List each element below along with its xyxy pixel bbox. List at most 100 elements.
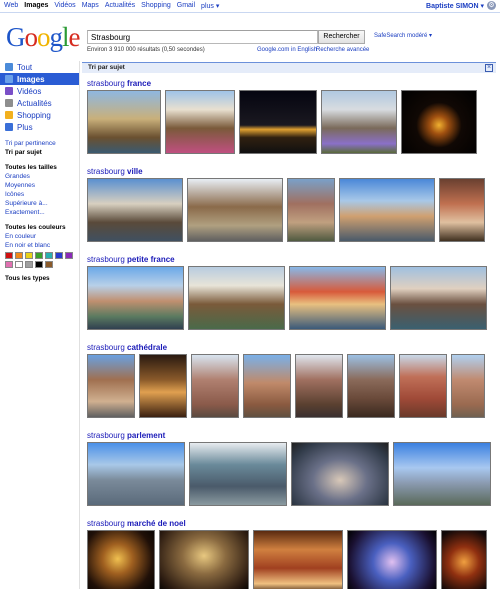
nav-link-0[interactable]: Web <box>4 2 18 10</box>
image-thumbnail[interactable] <box>393 442 491 506</box>
group-title-link[interactable]: strasbourg petite france <box>82 254 496 265</box>
image-thumbnail[interactable] <box>339 178 435 242</box>
group-title-link[interactable]: strasbourg france <box>82 78 496 89</box>
color-swatch[interactable] <box>15 252 23 259</box>
image-thumbnail[interactable] <box>347 354 395 418</box>
group-title-link[interactable]: strasbourg marché de noel <box>82 518 496 529</box>
color-swatch[interactable] <box>45 261 53 268</box>
nav-link-7[interactable]: plus ▾ <box>201 2 219 10</box>
image-thumbnail[interactable] <box>139 354 187 418</box>
color-swatch[interactable] <box>45 252 53 259</box>
results-count: Environ 3 910 000 résultats (0,50 second… <box>87 47 205 53</box>
thumbnail-row <box>82 530 496 589</box>
image-thumbnail[interactable] <box>239 90 317 154</box>
image-thumbnail[interactable] <box>287 178 335 242</box>
image-thumbnail[interactable] <box>399 354 447 418</box>
image-thumbnail[interactable] <box>243 354 291 418</box>
image-thumbnail[interactable] <box>87 354 135 418</box>
sidebar-item-shopping[interactable]: Shopping <box>0 109 80 121</box>
sort-option[interactable]: Tri par pertinence <box>0 139 80 148</box>
image-thumbnail[interactable] <box>187 178 283 242</box>
nav-link-2[interactable]: Vidéos <box>54 2 75 10</box>
size-option[interactable]: Supérieure à... <box>0 199 80 208</box>
group-title-link[interactable]: strasbourg cathédrale <box>82 342 496 353</box>
size-option[interactable]: Icônes <box>0 190 80 199</box>
search-input[interactable]: Strasbourg <box>87 30 318 44</box>
color-swatch[interactable] <box>35 252 43 259</box>
size-option[interactable]: Moyennes <box>0 181 80 190</box>
color-option[interactable]: En couleur <box>0 232 80 241</box>
image-thumbnail[interactable] <box>347 530 437 589</box>
search-button[interactable]: Rechercher <box>318 30 365 44</box>
logo-letter: o <box>37 22 50 52</box>
close-icon[interactable]: × <box>485 64 493 72</box>
sidebar-item-news[interactable]: Actualités <box>0 97 80 109</box>
image-thumbnail[interactable] <box>291 442 389 506</box>
image-thumbnail[interactable] <box>441 530 487 589</box>
color-swatch[interactable] <box>25 261 33 268</box>
more-icon <box>5 123 13 131</box>
google-logo[interactable]: Google <box>6 22 80 53</box>
image-thumbnail[interactable] <box>390 266 487 330</box>
image-thumbnail[interactable] <box>87 442 185 506</box>
image-thumbnail[interactable] <box>439 178 485 242</box>
color-swatch[interactable] <box>5 252 13 259</box>
nav-link-6[interactable]: Gmail <box>177 2 195 10</box>
advanced-search-link[interactable]: Recherche avancée <box>316 47 369 53</box>
image-thumbnail[interactable] <box>87 178 183 242</box>
sidebar-item-web[interactable]: Tout <box>0 61 80 73</box>
sort-header-bar: Tri par sujet × <box>82 62 496 73</box>
image-thumbnail[interactable] <box>189 442 287 506</box>
image-thumbnail[interactable] <box>165 90 235 154</box>
group-title-suffix: parlement <box>127 431 166 440</box>
shopping-icon <box>5 111 13 119</box>
group-title-suffix: petite france <box>127 255 175 264</box>
image-thumbnail[interactable] <box>289 266 386 330</box>
image-group: strasbourg france <box>82 78 496 154</box>
color-swatch[interactable] <box>65 252 73 259</box>
color-swatch[interactable] <box>55 252 63 259</box>
image-group: strasbourg marché de noel <box>82 518 496 589</box>
group-title-link[interactable]: strasbourg parlement <box>82 430 496 441</box>
sidebar-item-images[interactable]: Images <box>0 73 80 85</box>
image-thumbnail[interactable] <box>451 354 485 418</box>
thumbnail-row <box>82 178 496 242</box>
image-thumbnail[interactable] <box>401 90 477 154</box>
image-thumbnail[interactable] <box>87 530 155 589</box>
sidebar-item-label: Actualités <box>17 98 52 108</box>
color-swatch[interactable] <box>15 261 23 268</box>
image-thumbnail[interactable] <box>87 266 184 330</box>
nav-link-3[interactable]: Maps <box>82 2 99 10</box>
settings-gear-icon[interactable]: ⚙ <box>487 1 496 10</box>
image-thumbnail[interactable] <box>253 530 343 589</box>
nav-link-4[interactable]: Actualités <box>105 2 135 10</box>
group-title-prefix: strasbourg <box>87 519 128 528</box>
thumbnail-row <box>82 266 496 330</box>
color-swatch[interactable] <box>25 252 33 259</box>
color-swatch[interactable] <box>5 261 13 268</box>
sidebar-item-videos[interactable]: Vidéos <box>0 85 80 97</box>
group-title-prefix: strasbourg <box>87 255 128 264</box>
nav-link-5[interactable]: Shopping <box>141 2 171 10</box>
color-option[interactable]: En noir et blanc <box>0 241 80 250</box>
user-menu[interactable]: Baptiste SIMON ▾ <box>426 2 484 10</box>
image-thumbnail[interactable] <box>295 354 343 418</box>
thumbnail-row <box>82 90 496 154</box>
group-title-link[interactable]: strasbourg ville <box>82 166 496 177</box>
web-icon <box>5 63 13 71</box>
group-title-suffix: cathédrale <box>127 343 168 352</box>
english-link[interactable]: Google.com in English <box>257 47 317 53</box>
image-thumbnail[interactable] <box>159 530 249 589</box>
image-thumbnail[interactable] <box>188 266 285 330</box>
color-swatches <box>0 252 80 268</box>
safesearch-menu[interactable]: SafeSearch modéré ▾ <box>374 32 432 39</box>
sidebar-item-label: Vidéos <box>17 86 42 96</box>
sidebar-item-more[interactable]: Plus <box>0 121 80 133</box>
image-thumbnail[interactable] <box>87 90 161 154</box>
nav-link-1[interactable]: Images <box>24 2 48 10</box>
color-swatch[interactable] <box>35 261 43 268</box>
size-option[interactable]: Exactement... <box>0 208 80 217</box>
size-option[interactable]: Grandes <box>0 172 80 181</box>
image-thumbnail[interactable] <box>191 354 239 418</box>
image-thumbnail[interactable] <box>321 90 397 154</box>
